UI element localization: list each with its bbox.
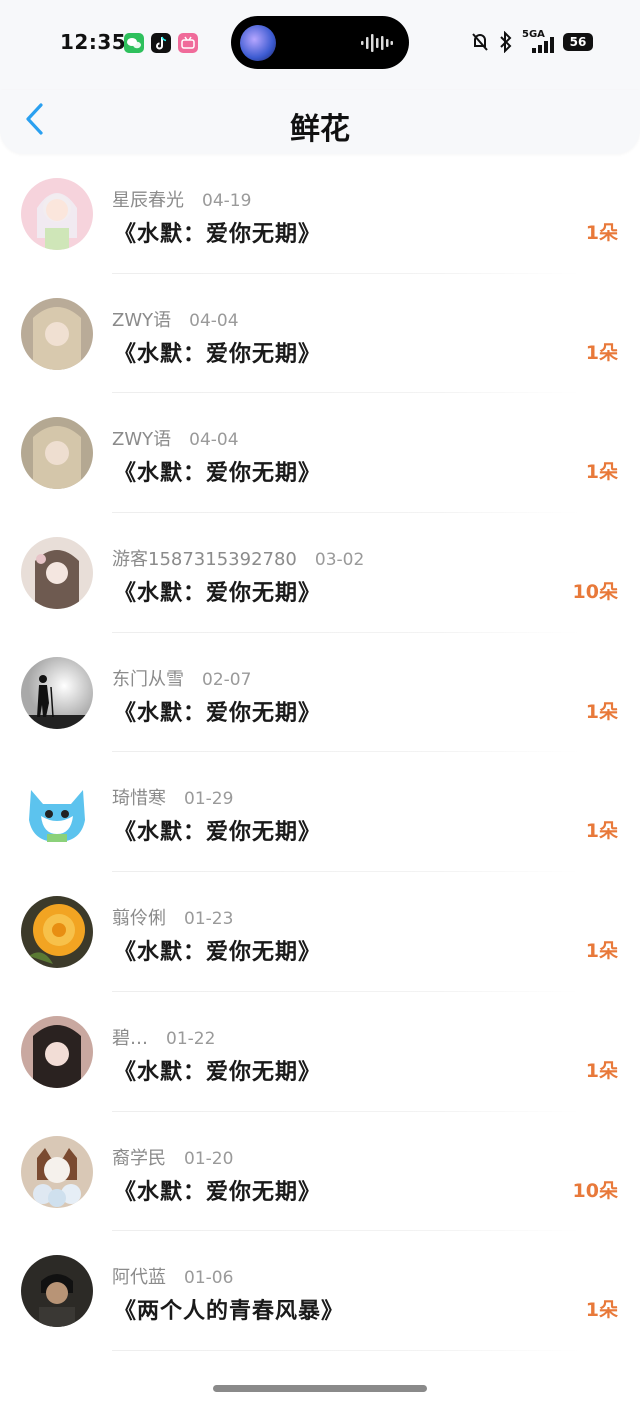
record-meta: ZWY语 04-04 — [112, 425, 239, 451]
home-indicator[interactable] — [213, 1385, 427, 1392]
flower-count: 1朵 — [585, 700, 618, 723]
avatar[interactable] — [21, 776, 93, 849]
date: 04-04 — [189, 430, 239, 451]
flower-count: 1朵 — [585, 461, 618, 484]
avatar[interactable] — [21, 1015, 93, 1088]
flower-count: 10朵 — [572, 581, 618, 604]
record-meta: 翦伶俐 01-23 — [112, 904, 233, 930]
avatar[interactable] — [21, 896, 93, 969]
list-item[interactable]: ZWY语 04-04 《水默：爱你无期》 1朵 — [0, 274, 640, 394]
list-item[interactable]: 游客1587315392780 03-02 《水默：爱你无期》 10朵 — [0, 513, 640, 633]
flower-count: 1朵 — [585, 820, 618, 843]
list-item[interactable]: 琦惜寒 01-29 《水默：爱你无期》 1朵 — [0, 752, 640, 873]
page-title: 鲜花 — [290, 112, 350, 147]
date: 01-22 — [166, 1028, 216, 1049]
username: 游客1587315392780 — [112, 549, 297, 571]
record-meta: 星辰春光 04-19 — [112, 186, 251, 212]
username: ZWY语 — [112, 429, 172, 451]
avatar[interactable] — [21, 417, 93, 490]
record-meta: ZWY语 04-04 — [112, 306, 239, 332]
record-meta: 游客1587315392780 03-02 — [112, 545, 364, 571]
list-item[interactable]: 翦伶俐 01-23 《水默：爱你无期》 1朵 — [0, 872, 640, 992]
book-title: 《水默：爱你无期》 — [114, 1059, 322, 1085]
username: 星辰春光 — [112, 190, 184, 211]
list-item[interactable]: ZWY语 04-04 《水默：爱你无期》 1朵 — [0, 393, 640, 514]
flower-count: 10朵 — [572, 1179, 618, 1202]
username: 裔学民 — [112, 1147, 166, 1169]
list-item[interactable]: 碧… 01-22 《水默：爱你无期》 1朵 — [0, 992, 640, 1112]
record-meta: 阿代蓝 01-06 — [112, 1263, 233, 1289]
date: 01-20 — [184, 1148, 234, 1169]
date: 02-07 — [202, 669, 252, 690]
avatar[interactable] — [21, 1255, 93, 1328]
list-item[interactable]: 东门从雪 02-07 《水默：爱你无期》 1朵 — [0, 633, 640, 753]
status-bar: 12:35 5GA 56 — [0, 0, 640, 90]
record-meta: 琦惜寒 01-29 — [112, 784, 233, 810]
book-title: 《水默：爱你无期》 — [114, 222, 322, 247]
flower-count: 1朵 — [585, 1059, 618, 1082]
flower-count: 1朵 — [585, 1299, 618, 1322]
date: 01-06 — [184, 1268, 234, 1289]
record-meta: 碧… 01-22 — [112, 1024, 215, 1050]
username: 琦惜寒 — [112, 788, 166, 810]
divider — [112, 1349, 580, 1351]
status-time: 12:35 — [60, 30, 127, 54]
audio-wave-icon — [361, 34, 393, 52]
avatar[interactable] — [21, 537, 93, 610]
flower-count: 1朵 — [585, 341, 618, 364]
date: 04-19 — [202, 191, 252, 211]
username: 翦伶俐 — [112, 908, 166, 930]
record-meta: 裔学民 01-20 — [112, 1144, 233, 1170]
flower-record-list: 星辰春光 04-19 《水默：爱你无期》 1朵 ZWY语 04-04 《水默：爱你无… — [0, 154, 640, 1351]
date: 01-29 — [184, 789, 234, 810]
avatar[interactable] — [21, 178, 93, 250]
date: 04-04 — [189, 310, 239, 331]
date: 03-02 — [314, 550, 365, 571]
book-title: 《水默：爱你无期》 — [114, 820, 322, 846]
book-title: 《水默：爱你无期》 — [114, 940, 322, 966]
username: 阿代蓝 — [112, 1267, 166, 1289]
signal-icon — [532, 37, 554, 53]
record-meta: 东门从雪 02-07 — [112, 665, 251, 691]
bluetooth-icon — [500, 31, 512, 53]
book-title: 《水默：爱你无期》 — [114, 461, 322, 487]
dynamic-island[interactable] — [231, 16, 409, 69]
avatar[interactable] — [21, 297, 93, 370]
now-playing-artwork — [240, 25, 276, 61]
book-title: 《水默：爱你无期》 — [114, 700, 322, 726]
book-title: 《水默：爱你无期》 — [114, 1179, 322, 1205]
date: 01-23 — [184, 909, 234, 930]
mute-bell-icon — [472, 33, 488, 51]
tiktok-icon — [151, 33, 171, 53]
bilibili-icon — [178, 33, 198, 53]
book-title: 《水默：爱你无期》 — [114, 581, 322, 607]
book-title: 《水默：爱你无期》 — [114, 341, 322, 367]
flower-count: 1朵 — [585, 940, 618, 963]
list-item[interactable]: 裔学民 01-20 《水默：爱你无期》 10朵 — [0, 1112, 640, 1232]
battery-icon: 56 — [563, 33, 593, 51]
list-item[interactable]: 阿代蓝 01-06 《两个人的青春风暴》 1朵 — [0, 1231, 640, 1351]
flower-count: 1朵 — [585, 222, 618, 244]
nav-header: 鲜花 — [0, 90, 640, 154]
avatar[interactable] — [21, 1135, 93, 1208]
wechat-icon — [124, 33, 144, 53]
list-item[interactable]: 星辰春光 04-19 《水默：爱你无期》 1朵 — [0, 154, 640, 274]
book-title: 《两个人的青春风暴》 — [114, 1299, 345, 1325]
username: 东门从雪 — [112, 668, 184, 690]
username: 碧… — [112, 1027, 148, 1049]
avatar[interactable] — [21, 656, 93, 729]
battery-level: 56 — [569, 35, 587, 49]
username: ZWY语 — [112, 309, 172, 331]
